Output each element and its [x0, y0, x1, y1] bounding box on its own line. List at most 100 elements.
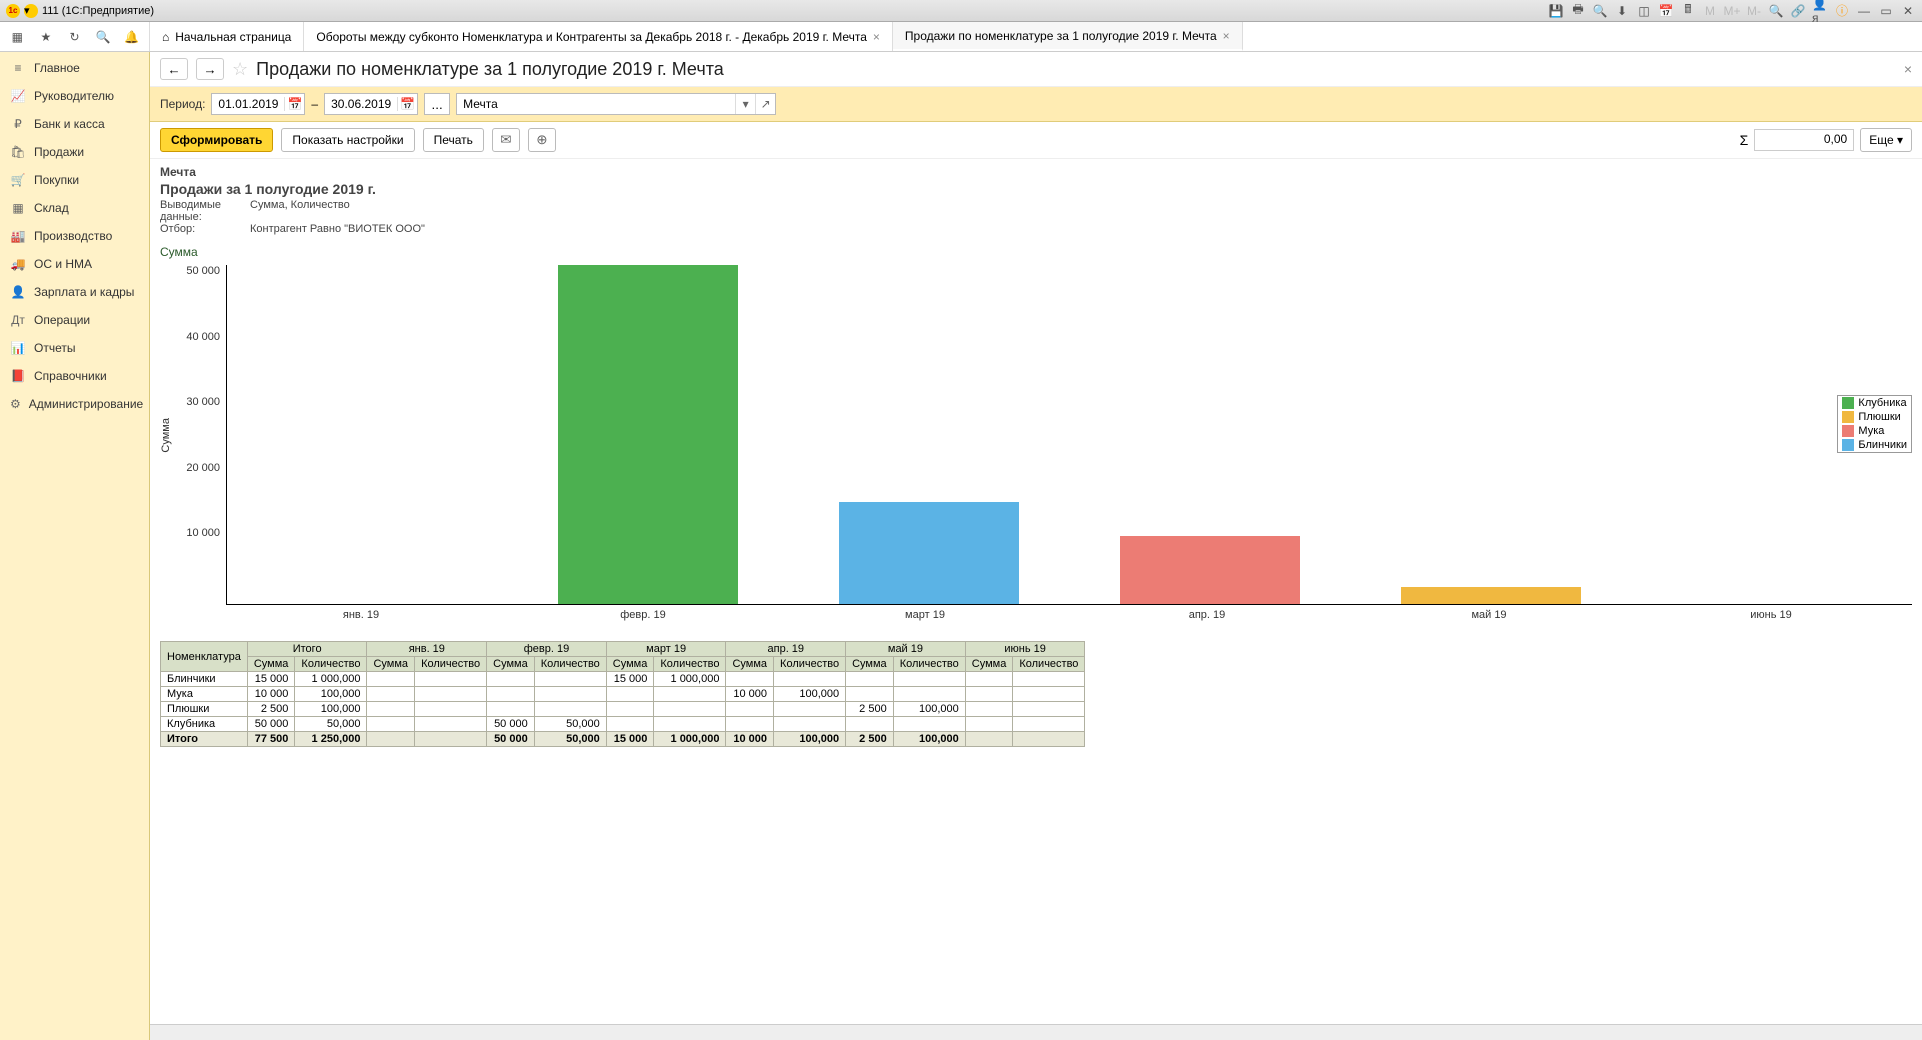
- history-icon[interactable]: ↻: [65, 27, 84, 47]
- tab-report2-label: Продажи по номенклатуре за 1 полугодие 2…: [905, 29, 1217, 43]
- bell-icon[interactable]: 🔔: [122, 27, 141, 47]
- calendar-icon[interactable]: 📅: [1658, 3, 1674, 19]
- back-button[interactable]: ←: [160, 58, 188, 80]
- filter-label: Отбор:: [160, 223, 242, 235]
- minimize-icon[interactable]: —: [1856, 3, 1872, 19]
- period-label: Период:: [160, 97, 205, 111]
- sidebar-icon: ▦: [10, 200, 26, 216]
- dropdown-icon[interactable]: ▾: [735, 94, 755, 114]
- sidebar-item-11[interactable]: 📕Справочники: [0, 362, 149, 390]
- legend-label: Клубника: [1858, 397, 1906, 409]
- maximize-icon[interactable]: ▭: [1878, 3, 1894, 19]
- legend-label: Мука: [1858, 425, 1884, 437]
- report-org: Мечта: [160, 165, 1912, 179]
- close-icon[interactable]: ×: [873, 30, 880, 44]
- calendar-icon[interactable]: 📅: [397, 97, 417, 111]
- search-global-icon[interactable]: 🔍: [94, 27, 113, 47]
- forward-button[interactable]: →: [196, 58, 224, 80]
- sidebar-item-4[interactable]: 🛒Покупки: [0, 166, 149, 194]
- sidebar-icon: ≡: [10, 60, 26, 76]
- sidebar-icon: 📊: [10, 340, 26, 356]
- close-icon[interactable]: ×: [1223, 29, 1230, 43]
- m-minus-icon[interactable]: M-: [1746, 3, 1762, 19]
- sidebar-item-1[interactable]: 📈Руководителю: [0, 82, 149, 110]
- sidebar-item-9[interactable]: ДтОперации: [0, 306, 149, 334]
- x-tick: апр. 19: [1066, 605, 1348, 621]
- sidebar-item-12[interactable]: ⚙Администрирование: [0, 390, 149, 418]
- sidebar-icon: ₽: [10, 116, 26, 132]
- sidebar-item-label: Производство: [34, 229, 112, 243]
- y-axis-label: Сумма: [160, 418, 172, 453]
- date-from-input[interactable]: 📅: [211, 93, 305, 115]
- date-to-input[interactable]: 📅: [324, 93, 418, 115]
- user-icon[interactable]: 👤я: [1812, 3, 1828, 19]
- app-title: 111 (1С:Предприятие): [42, 5, 154, 17]
- preview-icon[interactable]: 🔍: [1592, 3, 1608, 19]
- apps-icon[interactable]: ▦: [8, 27, 27, 47]
- legend-swatch: [1842, 411, 1854, 423]
- close-page-icon[interactable]: ×: [1904, 61, 1912, 77]
- date-from-field[interactable]: [212, 97, 284, 111]
- sidebar-item-2[interactable]: ₽Банк и касса: [0, 110, 149, 138]
- m-plus-icon[interactable]: M+: [1724, 3, 1740, 19]
- sidebar-item-label: Продажи: [34, 145, 84, 159]
- sidebar-icon: 🚚: [10, 256, 26, 272]
- tab-report1[interactable]: Обороты между субконто Номенклатура и Ко…: [304, 22, 893, 51]
- tab-home[interactable]: ⌂ Начальная страница: [150, 22, 304, 51]
- dash: –: [311, 97, 318, 111]
- sidebar-icon: 🏭: [10, 228, 26, 244]
- legend-label: Плюшки: [1858, 411, 1900, 423]
- generate-button[interactable]: Сформировать: [160, 128, 273, 152]
- period-picker-button[interactable]: ...: [424, 93, 450, 115]
- calc-icon[interactable]: 🖩: [1680, 3, 1696, 19]
- x-tick: янв. 19: [220, 605, 502, 621]
- org-field[interactable]: [457, 94, 735, 114]
- bar-Плюшки-май 19: [1401, 587, 1581, 604]
- info-icon[interactable]: ⓘ: [1834, 3, 1850, 19]
- tab-report2[interactable]: Продажи по номенклатуре за 1 полугодие 2…: [893, 22, 1243, 51]
- sidebar-item-6[interactable]: 🏭 Производство: [0, 222, 149, 250]
- more-button[interactable]: Еще ▾: [1860, 128, 1912, 152]
- sidebar-item-7[interactable]: 🚚ОС и НМА: [0, 250, 149, 278]
- dropdown-icon[interactable]: ▾: [24, 4, 38, 18]
- sidebar-item-5[interactable]: ▦Склад: [0, 194, 149, 222]
- print-button[interactable]: Печать: [423, 128, 484, 152]
- settings-button[interactable]: Показать настройки: [281, 128, 414, 152]
- sidebar-item-label: Покупки: [34, 173, 79, 187]
- page-header: ← → ☆ Продажи по номенклатуре за 1 полуг…: [150, 52, 1922, 87]
- favorite-icon[interactable]: ★: [37, 27, 56, 47]
- app-icon: 1c: [6, 4, 20, 18]
- export-button[interactable]: ⊕: [528, 128, 556, 152]
- top-toolbar: ▦ ★ ↻ 🔍 🔔 ⌂ Начальная страница Обороты м…: [0, 22, 1922, 52]
- chart-legend: КлубникаПлюшкиМукаБлинчики: [1837, 395, 1912, 453]
- calendar-icon[interactable]: 📅: [284, 97, 304, 111]
- output-label: Выводимые данные:: [160, 199, 242, 223]
- save-icon[interactable]: 💾: [1548, 3, 1564, 19]
- close-window-icon[interactable]: ✕: [1900, 3, 1916, 19]
- search-icon[interactable]: 🔍: [1768, 3, 1784, 19]
- sidebar-item-0[interactable]: ≡Главное: [0, 54, 149, 82]
- print-icon[interactable]: 🖶: [1570, 3, 1586, 19]
- org-selector[interactable]: ▾ ↗: [456, 93, 776, 115]
- chart: Сумма Сумма 50 00040 00030 00020 00010 0…: [160, 245, 1912, 621]
- link-icon[interactable]: 🔗: [1790, 3, 1806, 19]
- sidebar-item-8[interactable]: 👤Зарплата и кадры: [0, 278, 149, 306]
- compare-icon[interactable]: ◫: [1636, 3, 1652, 19]
- download-icon[interactable]: ⬇: [1614, 3, 1630, 19]
- bar-Блинчики-март 19: [839, 502, 1019, 604]
- x-tick: февр. 19: [502, 605, 784, 621]
- plot-area: [226, 265, 1912, 605]
- star-icon[interactable]: ☆: [232, 59, 248, 80]
- sidebar-icon: 👤: [10, 284, 26, 300]
- sidebar-item-label: Операции: [34, 313, 90, 327]
- m-icon[interactable]: M: [1702, 3, 1718, 19]
- open-icon[interactable]: ↗: [755, 94, 775, 114]
- sidebar-item-10[interactable]: 📊Отчеты: [0, 334, 149, 362]
- x-tick: май 19: [1348, 605, 1630, 621]
- horizontal-scrollbar[interactable]: [150, 1024, 1922, 1040]
- sidebar-item-3[interactable]: 🛍Продажи: [0, 138, 149, 166]
- email-button[interactable]: ✉: [492, 128, 520, 152]
- legend-swatch: [1842, 439, 1854, 451]
- date-to-field[interactable]: [325, 97, 397, 111]
- sidebar-icon: 📕: [10, 368, 26, 384]
